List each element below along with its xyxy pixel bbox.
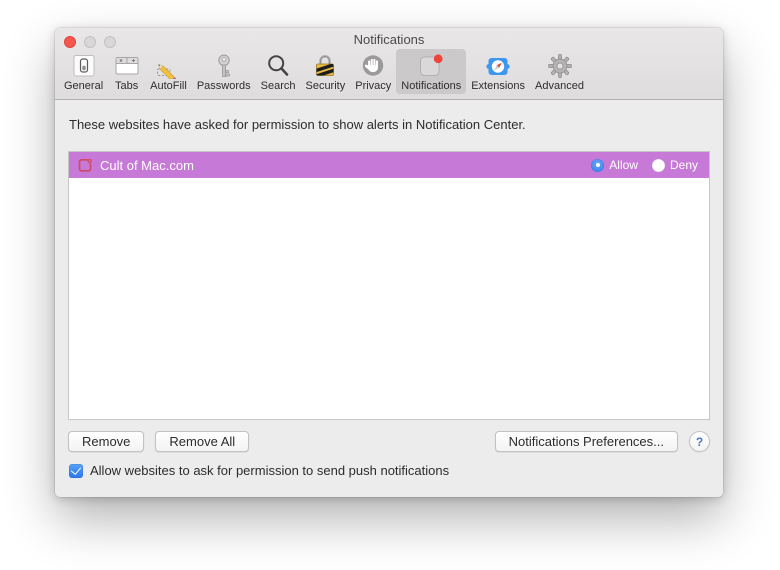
notifications-preferences-button[interactable]: Notifications Preferences... (494, 431, 678, 452)
deny-radio-option[interactable]: Deny (651, 158, 698, 172)
autofill-icon (155, 52, 182, 79)
tab-label: Advanced (535, 80, 584, 92)
tab-search[interactable]: Search (256, 49, 301, 94)
permission-radio-group: Allow Deny (591, 158, 698, 172)
general-icon (70, 52, 97, 79)
push-permission-checkbox[interactable] (69, 463, 83, 478)
tab-label: Privacy (355, 80, 392, 92)
website-list: Cult of Mac.com Allow Deny (68, 151, 710, 420)
allow-radio-option[interactable]: Allow (591, 158, 638, 172)
help-button[interactable]: ? (689, 431, 710, 452)
remove-all-button[interactable]: Remove All (155, 431, 250, 452)
tab-extensions[interactable]: Extensions (466, 49, 530, 94)
title-bar: Notifications General Tabs AutoFill Pass… (55, 28, 723, 100)
deny-radio-label: Deny (669, 158, 698, 172)
allow-radio-label: Allow (609, 158, 638, 172)
advanced-icon (546, 52, 573, 79)
privacy-icon (360, 52, 387, 79)
tab-passwords[interactable]: Passwords (192, 49, 256, 94)
tab-label: Extensions (471, 80, 526, 92)
tab-label: Search (260, 80, 296, 92)
tab-label: Tabs (115, 80, 139, 92)
safari-preferences-window: Notifications General Tabs AutoFill Pass… (55, 28, 723, 497)
tab-security[interactable]: Security (300, 49, 350, 94)
tab-privacy[interactable]: Privacy (350, 49, 396, 94)
push-permission-row: Allow websites to ask for permission to … (69, 463, 449, 478)
notifications-pane: These websites have asked for permission… (55, 100, 723, 497)
search-icon (265, 52, 292, 79)
tab-general[interactable]: General (59, 49, 108, 94)
tab-label: Passwords (196, 80, 251, 92)
window-title: Notifications (353, 32, 425, 47)
preferences-toolbar: General Tabs AutoFill Passwords Search S… (59, 49, 589, 94)
passwords-icon (210, 52, 237, 79)
tab-notifications[interactable]: Notifications (396, 49, 467, 94)
tab-label: Security (305, 80, 346, 92)
allow-radio-icon[interactable] (591, 158, 605, 172)
site-name: Cult of Mac.com (100, 157, 194, 173)
notifications-icon (418, 52, 445, 79)
tab-advanced[interactable]: Advanced (530, 49, 589, 94)
tab-autofill[interactable]: AutoFill (145, 49, 192, 94)
remove-button[interactable]: Remove (68, 431, 145, 452)
push-permission-label: Allow websites to ask for permission to … (90, 463, 450, 478)
security-icon (312, 52, 339, 79)
pane-description: These websites have asked for permission… (69, 117, 526, 132)
tab-label: AutoFill (150, 80, 187, 92)
list-item[interactable]: Cult of Mac.com Allow Deny (69, 152, 709, 178)
tabs-icon (113, 52, 140, 79)
tab-label: General (64, 80, 104, 92)
extensions-icon (485, 52, 512, 79)
tab-label: Notifications (401, 80, 462, 92)
tab-tabs[interactable]: Tabs (108, 49, 145, 94)
button-row: Remove Remove All Notifications Preferen… (68, 431, 710, 452)
deny-radio-icon[interactable] (651, 158, 665, 172)
site-favicon-icon (78, 158, 93, 173)
